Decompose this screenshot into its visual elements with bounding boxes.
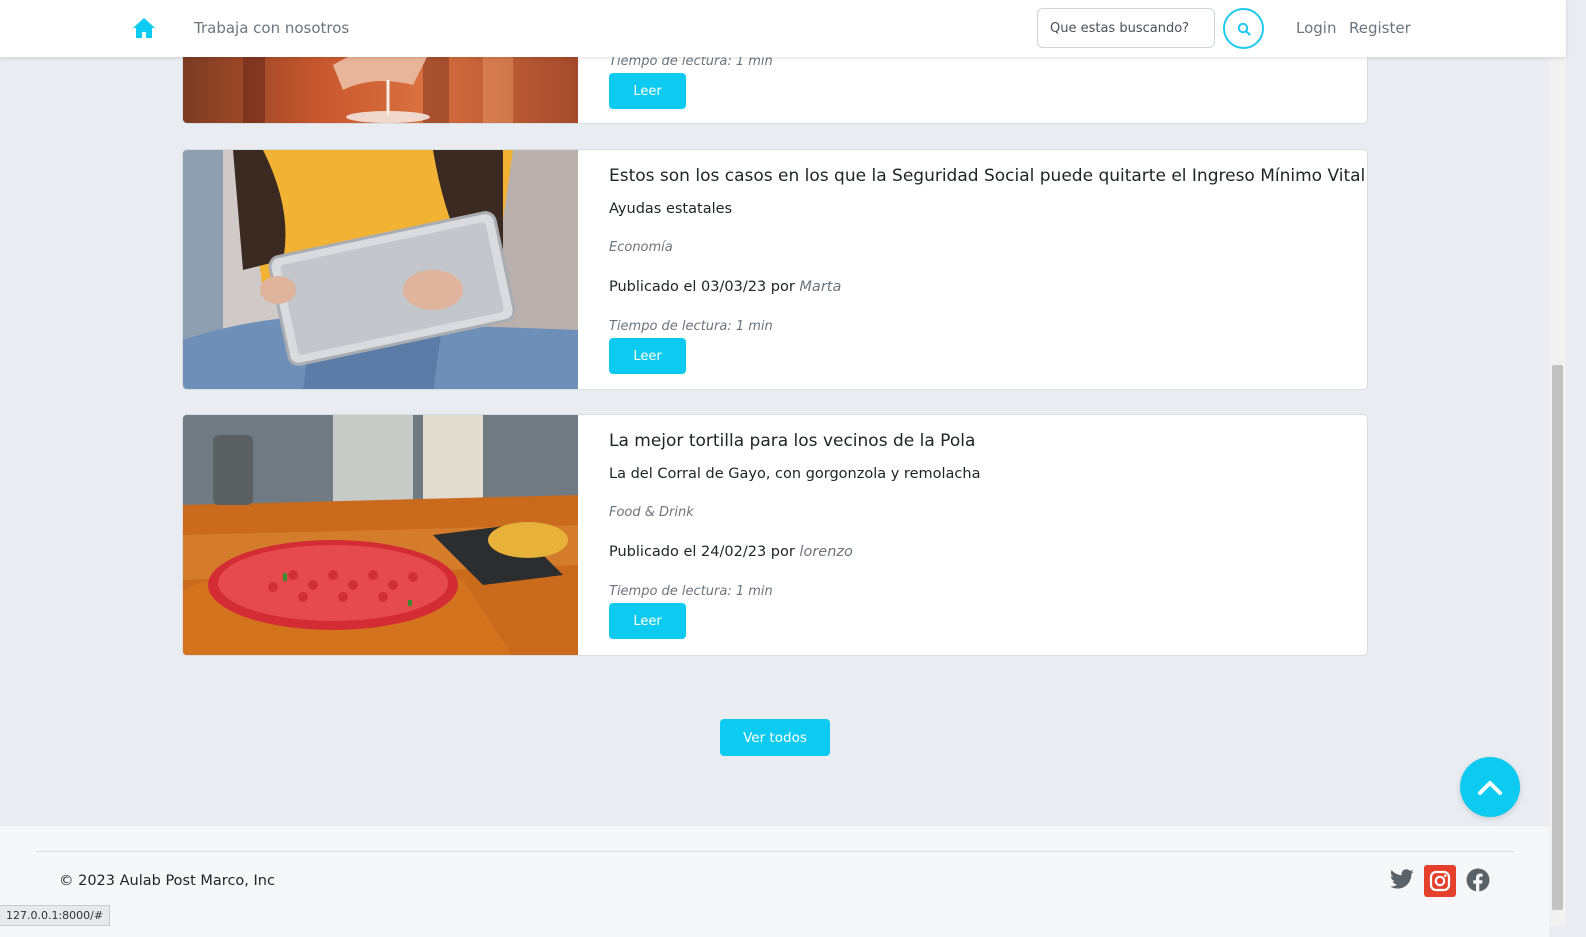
read-button[interactable]: Leer [609, 603, 686, 639]
facebook-icon[interactable] [1466, 868, 1490, 892]
register-link[interactable]: Register [1349, 19, 1411, 37]
twitter-icon[interactable] [1389, 869, 1415, 891]
search-icon [1237, 22, 1251, 36]
article-title[interactable]: Estos son los casos en los que la Seguri… [609, 166, 1365, 186]
article-author[interactable]: lorenzo [799, 544, 852, 560]
scrollbar-thumb[interactable] [1552, 365, 1563, 910]
article-subtitle: Ayudas estatales [609, 201, 733, 217]
instagram-icon [1429, 870, 1451, 892]
reading-time: Tiempo de lectura: 1 min [609, 319, 773, 334]
page-scrollbar[interactable] [1549, 0, 1566, 926]
published-text: Publicado el 03/03/23 por [609, 279, 795, 295]
search-button[interactable] [1223, 8, 1264, 49]
article-category[interactable]: Economía [609, 240, 673, 255]
search-input[interactable] [1037, 8, 1215, 48]
footer-copyright: © 2023 Aulab Post Marco, Inc [59, 873, 275, 889]
status-bar-url: 127.0.0.1:8000/# [0, 905, 111, 926]
article-published: Publicado el 24/02/23 por lorenzo [609, 544, 853, 560]
reading-time: Tiempo de lectura: 1 min [609, 584, 773, 599]
chevron-up-icon [1478, 781, 1502, 795]
article-published: Publicado el 03/03/23 por Marta [609, 279, 841, 295]
navbar: Trabaja con nosotros Login Register [0, 0, 1566, 57]
article-image [183, 415, 578, 655]
nav-link-work-with-us[interactable]: Trabaja con nosotros [194, 19, 349, 37]
footer: © 2023 Aulab Post Marco, Inc [0, 826, 1549, 937]
article-author[interactable]: Marta [799, 279, 841, 295]
article-title[interactable]: La mejor tortilla para los vecinos de la… [609, 431, 975, 451]
home-icon[interactable] [132, 17, 156, 39]
login-link[interactable]: Login [1296, 19, 1336, 37]
read-button[interactable]: Leer [609, 73, 686, 109]
view-all-button[interactable]: Ver todos [720, 719, 830, 756]
article-subtitle: La del Corral de Gayo, con gorgonzola y … [609, 466, 981, 482]
article-card: Estos son los casos en los que la Seguri… [182, 149, 1368, 390]
article-image [183, 150, 578, 389]
instagram-button[interactable] [1424, 865, 1456, 897]
read-button[interactable]: Leer [609, 338, 686, 374]
article-category[interactable]: Food & Drink [609, 505, 694, 520]
article-card: La mejor tortilla para los vecinos de la… [182, 414, 1368, 656]
footer-divider [36, 851, 1514, 852]
scroll-to-top-button[interactable] [1460, 757, 1520, 817]
published-text: Publicado el 24/02/23 por [609, 544, 795, 560]
